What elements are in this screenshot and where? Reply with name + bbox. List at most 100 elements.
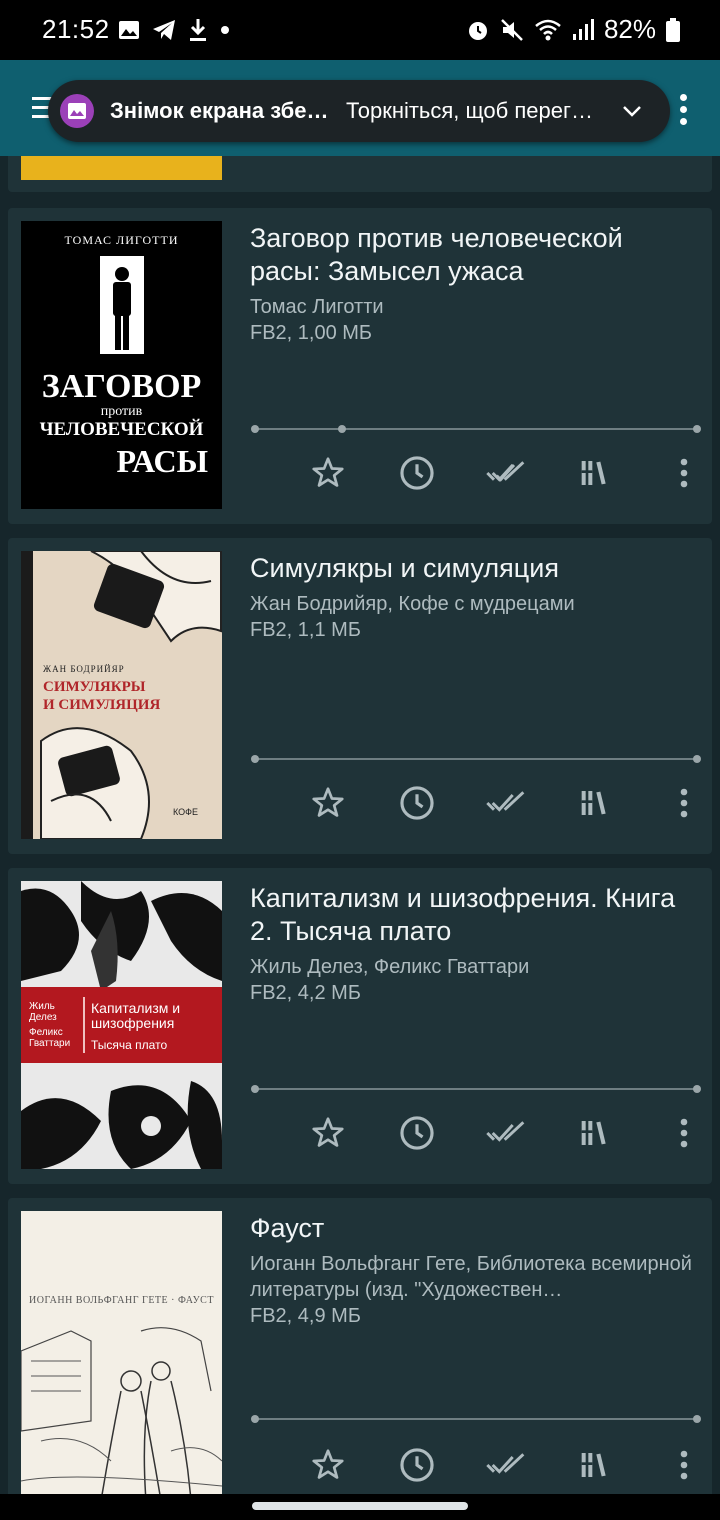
more-vert-icon [680, 1118, 688, 1148]
history-icon [400, 456, 434, 490]
reading-progress [251, 1415, 701, 1423]
library-button[interactable] [575, 453, 615, 493]
book-title: Заговор против человеческой расы: Замысе… [250, 223, 623, 286]
more-options-button[interactable] [664, 1113, 704, 1153]
cover-line2: И СИМУЛЯЦИЯ [43, 697, 161, 713]
favorite-button[interactable] [308, 1113, 348, 1153]
cover-band-divider [83, 997, 85, 1053]
cover-line3: ЧЕЛОВЕЧЕСКОЙ [39, 419, 204, 440]
battery-percent: 82% [603, 14, 656, 44]
cover-line2: Тысяча плато [91, 1038, 168, 1052]
more-options-button[interactable] [664, 1445, 704, 1485]
done-all-icon [486, 791, 525, 812]
book-cover: ТОМАС ЛИГОТТИ ЗАГОВОР против ЧЕЛОВЕЧЕСКО… [21, 221, 222, 509]
star-icon [312, 787, 344, 817]
library-icon [581, 1453, 606, 1477]
book-cover-partial [21, 156, 222, 180]
history-icon [400, 786, 434, 820]
history-button[interactable] [397, 453, 437, 493]
cover-illustration [21, 1327, 222, 1494]
cover-author2: Феликс Гваттари [29, 1027, 71, 1049]
status-bar: 21:52 82% [0, 0, 720, 60]
book-title: Фауст [250, 1213, 325, 1243]
cover-publisher: КОФЕ [173, 807, 198, 817]
signal-icon [572, 18, 594, 40]
history-button[interactable] [397, 783, 437, 823]
gallery-icon [60, 94, 94, 128]
book-title: Симулякры и симуляция [250, 553, 559, 583]
battery-icon [666, 17, 680, 42]
status-time: 21:52 [42, 14, 110, 44]
library-button[interactable] [575, 1113, 615, 1153]
star-icon [312, 457, 344, 487]
book-card[interactable]: ИОГАНН ВОЛЬФГАНГ ГЕТЕ · ФАУСТ Фауст Иога… [8, 1198, 712, 1494]
library-icon [581, 461, 606, 485]
reading-progress [251, 425, 701, 433]
book-author: Томас Лиготти [250, 296, 384, 318]
cover-line4: РАСЫ [116, 443, 209, 479]
done-all-icon [486, 1453, 525, 1474]
mark-read-button[interactable] [486, 1445, 526, 1485]
library-button[interactable] [575, 1445, 615, 1485]
favorite-button[interactable] [308, 453, 348, 493]
history-icon [400, 1448, 434, 1482]
mark-read-button[interactable] [486, 453, 526, 493]
book-format: FB2, 4,2 МБ [250, 982, 361, 1004]
cover-author1: Жиль Делез [29, 1001, 57, 1023]
cover-line1: ИОГАНН ВОЛЬФГАНГ ГЕТЕ · ФАУСТ [29, 1295, 214, 1306]
more-vert-icon [680, 788, 688, 818]
book-card[interactable]: ЖАН БОДРИЙЯР СИМУЛЯКРЫ И СИМУЛЯЦИЯ КОФЕ … [8, 538, 712, 854]
reading-progress [251, 755, 701, 763]
more-options-button[interactable] [664, 783, 704, 823]
book-cover: ИОГАНН ВОЛЬФГАНГ ГЕТЕ · ФАУСТ [21, 1211, 222, 1494]
more-options-button[interactable] [664, 453, 704, 493]
favorite-button[interactable] [308, 783, 348, 823]
book-cover: Жиль Делез Феликс Гваттари Капитализм и … [21, 881, 222, 1169]
telegram-icon [153, 20, 175, 40]
done-all-icon [486, 461, 525, 482]
library-icon [581, 1121, 606, 1145]
book-format: FB2, 1,00 МБ [250, 322, 373, 344]
history-button[interactable] [397, 1445, 437, 1485]
book-format: FB2, 4,9 МБ [250, 1305, 361, 1327]
book-title: Капитализм и шизофрения. Книга 2. Тысяча… [250, 883, 676, 946]
home-gesture-handle[interactable] [252, 1502, 468, 1510]
favorite-button[interactable] [308, 1445, 348, 1485]
book-author: Жиль Делез, Феликс Гваттари [250, 956, 530, 978]
book-author: Жан Бодрийяр, Кофе с мудрецами [250, 593, 575, 615]
notification-title: Знімок екрана збе… [110, 98, 329, 123]
cover-line2: против [100, 404, 143, 419]
notification-message: Торкніться, щоб перег… [346, 98, 593, 123]
cover-line1: СИМУЛЯКРЫ [43, 679, 146, 695]
cover-author: ЖАН БОДРИЙЯР [43, 664, 125, 674]
reading-progress [251, 1085, 701, 1093]
book-card[interactable]: ТОМАС ЛИГОТТИ ЗАГОВОР против ЧЕЛОВЕЧЕСКО… [8, 208, 712, 524]
history-icon [400, 1116, 434, 1150]
screenshot-notification[interactable]: Знімок екрана збе… Торкніться, щоб перег… [48, 80, 670, 142]
image-icon [119, 21, 139, 39]
book-card-partial[interactable] [8, 156, 712, 192]
library-button[interactable] [575, 783, 615, 823]
download-icon [190, 19, 206, 41]
history-button[interactable] [397, 1113, 437, 1153]
book-author: Иоганн Вольфганг Гете, Библиотека всемир… [250, 1253, 692, 1301]
cover-line1: Капитализм и шизофрения [91, 1000, 181, 1031]
cover-author: ТОМАС ЛИГОТТИ [64, 233, 179, 247]
mark-read-button[interactable] [486, 1113, 526, 1153]
more-vert-icon [680, 458, 688, 488]
chevron-down-icon[interactable] [622, 104, 642, 118]
book-card[interactable]: Жиль Делез Феликс Гваттари Капитализм и … [8, 868, 712, 1184]
library-icon [581, 791, 606, 815]
done-all-icon [486, 1121, 525, 1142]
book-format: FB2, 1,1 МБ [250, 619, 361, 641]
cover-silhouette [99, 256, 144, 354]
star-icon [312, 1117, 344, 1147]
alarm-icon [468, 21, 487, 40]
wifi-icon [535, 19, 561, 40]
star-icon [312, 1449, 344, 1479]
overflow-menu-icon[interactable] [680, 94, 688, 130]
cover-line1: ЗАГОВОР [41, 368, 202, 405]
dot-icon [221, 26, 229, 34]
mute-icon [501, 18, 523, 41]
mark-read-button[interactable] [486, 783, 526, 823]
